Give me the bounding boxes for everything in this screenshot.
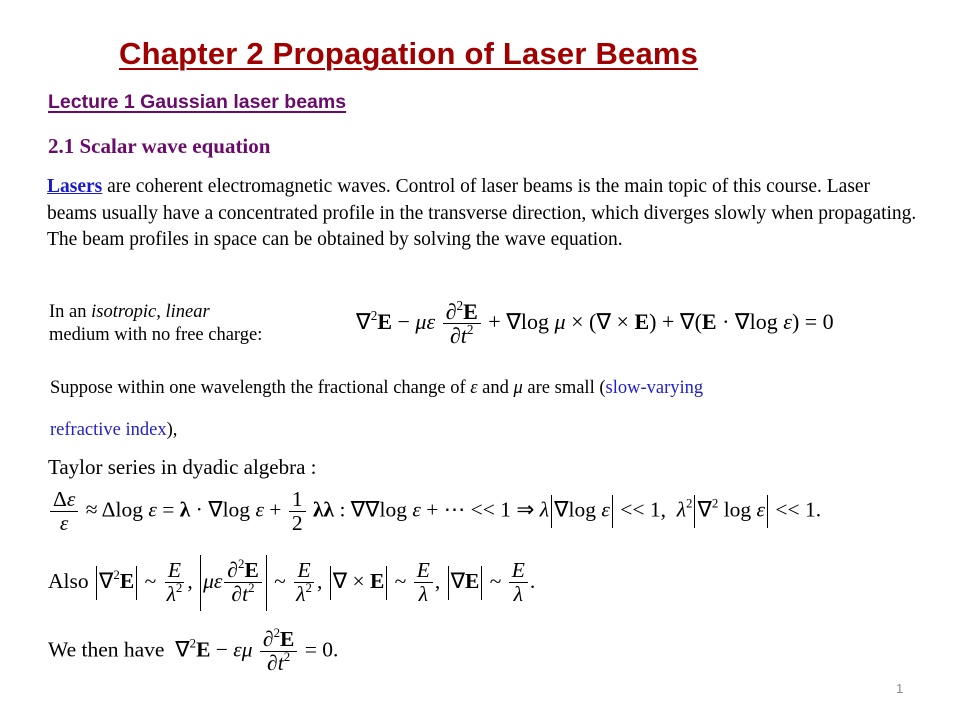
taylor-equation: Δε ε ≈ Δlog ε = λ · ∇log ε + 12 λλ : ∇∇lo… bbox=[48, 488, 821, 535]
intro-text: are coherent electromagnetic waves. Cont… bbox=[47, 176, 917, 250]
lecture-heading: Lecture 1 Gaussian laser beams bbox=[48, 91, 347, 113]
intro-paragraph: Lasers are coherent electromagnetic wave… bbox=[47, 174, 917, 254]
slide-title: Chapter 2 Propagation of Laser Beams bbox=[119, 36, 699, 71]
page-number: 1 bbox=[896, 681, 904, 696]
lasers-link[interactable]: Lasers bbox=[47, 176, 102, 197]
order-estimates: Also ∇2E ~ Eλ2, με ∂2E ∂t2 ~ Eλ2, ∇ × E ~ … bbox=[48, 555, 535, 611]
wave-equation-general: ∇2E − με ∂2E ∂t2 + ∇log μ × (∇ × E) + ∇(E… bbox=[356, 297, 834, 349]
slow-varying-term: slow-varying bbox=[605, 378, 704, 398]
refractive-index-term: refractive index bbox=[50, 420, 167, 440]
section-heading: 2.1 Scalar wave equation bbox=[48, 134, 271, 158]
suppose-text-cont: refractive index), bbox=[50, 420, 178, 440]
taylor-label: Taylor series in dyadic algebra : bbox=[48, 455, 317, 479]
medium-condition: In an isotropic, linear medium with no fr… bbox=[49, 302, 263, 345]
suppose-text: Suppose within one wavelength the fracti… bbox=[50, 378, 704, 398]
medium-italic: isotropic, linear bbox=[91, 302, 210, 322]
scalar-wave-equation: We then have ∇2E − εμ ∂2E ∂t2 = 0. bbox=[48, 625, 339, 675]
